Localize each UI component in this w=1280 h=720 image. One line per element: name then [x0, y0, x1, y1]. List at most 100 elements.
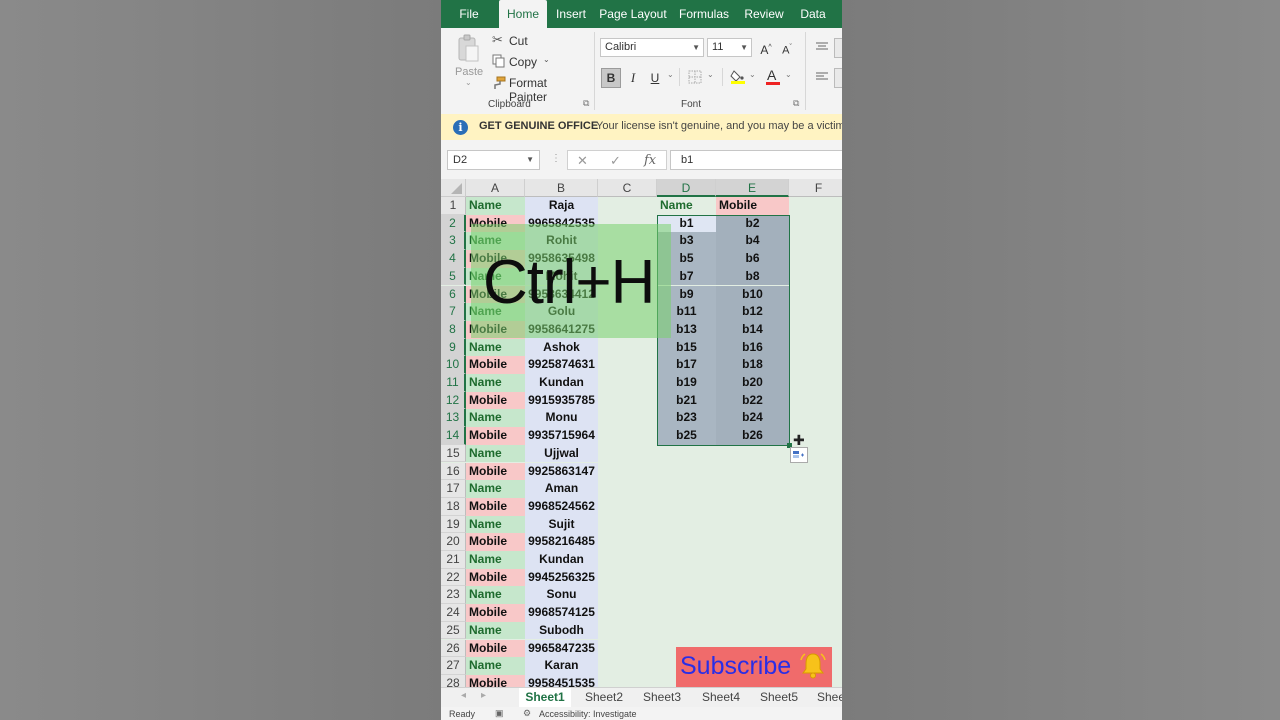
sheet-tab-sheet6[interactable]: Shee — [811, 688, 842, 707]
column-header-d[interactable]: D — [657, 179, 716, 197]
cell-e1[interactable]: Mobile — [716, 197, 789, 215]
row-header-2[interactable]: 2 — [441, 214, 466, 233]
cell-a18[interactable]: Mobile — [466, 497, 525, 516]
cancel-entry-icon[interactable]: ✕ — [577, 153, 588, 169]
column-header-a[interactable]: A — [466, 179, 525, 197]
cell-a9[interactable]: Name — [466, 338, 525, 357]
italic-button[interactable]: I — [624, 69, 642, 87]
row-header-26[interactable]: 26 — [441, 639, 466, 658]
cell-a24[interactable]: Mobile — [466, 604, 525, 622]
quick-analysis-icon[interactable] — [790, 447, 808, 463]
name-box[interactable]: D2 ▼ — [447, 150, 540, 170]
row-header-11[interactable]: 11 — [441, 374, 466, 392]
formula-input[interactable]: b1 — [670, 150, 842, 170]
cell-a25[interactable]: Name — [466, 621, 525, 640]
cell-b10[interactable]: 9925874631 — [525, 356, 598, 374]
format-painter-button[interactable]: Format Painter — [491, 75, 583, 104]
font-size-dropdown[interactable]: 11 ▼ — [707, 38, 752, 57]
cell-a21[interactable]: Name — [466, 551, 525, 569]
copy-button[interactable]: Copy ⌄ — [491, 54, 555, 70]
row-header-10[interactable]: 10 — [441, 356, 466, 374]
sheet-tab-sheet3[interactable]: Sheet3 — [636, 688, 688, 707]
underline-button[interactable]: U — [646, 69, 664, 87]
font-dialog-launcher-icon[interactable]: ⧉ — [793, 98, 799, 109]
scroll-next-sheet-icon[interactable]: ▸ — [481, 690, 486, 701]
subscribe-button[interactable]: Subscribe — [676, 647, 832, 687]
fill-color-button[interactable]: ⌄ — [729, 68, 759, 86]
row-header-16[interactable]: 16 — [441, 462, 466, 481]
align-left-button[interactable] — [815, 70, 831, 84]
cell-a26[interactable]: Mobile — [466, 639, 525, 658]
borders-button[interactable]: ⌄ — [687, 69, 717, 85]
cell-b14[interactable]: 9935715964 — [525, 427, 598, 445]
cell-a1[interactable]: Name — [466, 197, 525, 215]
cell-b21[interactable]: Kundan — [525, 551, 598, 569]
row-header-27[interactable]: 27 — [441, 657, 466, 675]
column-header-c[interactable]: C — [598, 179, 657, 197]
tab-insert[interactable]: Insert — [552, 0, 590, 28]
cell-b28[interactable]: 9958451535 — [525, 674, 598, 687]
cell-b17[interactable]: Aman — [525, 480, 598, 498]
cell-a27[interactable]: Name — [466, 657, 525, 675]
macro-record-icon[interactable]: ▣ — [495, 708, 504, 719]
shrink-font-button[interactable]: Aˇ — [778, 39, 796, 57]
cell-b23[interactable]: Sonu — [525, 586, 598, 605]
cell-a11[interactable]: Name — [466, 374, 525, 392]
row-header-14[interactable]: 14 — [441, 427, 466, 445]
paste-dropdown-icon[interactable]: ⌄ — [465, 78, 472, 87]
cell-a14[interactable]: Mobile — [466, 427, 525, 445]
underline-dropdown-icon[interactable]: ⌄ — [667, 70, 674, 79]
orientation-button[interactable] — [834, 38, 842, 58]
grow-font-button[interactable]: A^ — [757, 39, 775, 57]
row-header-25[interactable]: 25 — [441, 621, 466, 640]
cell-a13[interactable]: Name — [466, 409, 525, 428]
worksheet-grid[interactable]: A B C D E F 1 2 3 4 5 6 7 8 9 10 11 12 13 14 15 16 17 18 19 20 21 2… — [441, 179, 842, 687]
cell-a15[interactable]: Name — [466, 444, 525, 463]
cell-b11[interactable]: Kundan — [525, 374, 598, 392]
row-header-4[interactable]: 4 — [441, 250, 466, 268]
cell-a17[interactable]: Name — [466, 480, 525, 498]
cell-b12[interactable]: 9915935785 — [525, 391, 598, 410]
font-color-button[interactable]: A ⌄ — [765, 67, 795, 86]
scroll-prev-sheet-icon[interactable]: ◂ — [461, 690, 466, 701]
cell-d1[interactable]: Name — [657, 197, 716, 215]
cell-b16[interactable]: 9925863147 — [525, 462, 598, 481]
tab-review[interactable]: Review — [742, 0, 786, 28]
column-header-e[interactable]: E — [716, 179, 789, 197]
cell-b13[interactable]: Monu — [525, 409, 598, 428]
row-header-19[interactable]: 19 — [441, 515, 466, 534]
cell-b18[interactable]: 9968524562 — [525, 497, 598, 516]
enter-check-icon[interactable]: ✓ — [610, 153, 621, 169]
cell-a23[interactable]: Name — [466, 586, 525, 605]
row-header-13[interactable]: 13 — [441, 409, 466, 428]
cell-a22[interactable]: Mobile — [466, 568, 525, 587]
cut-button[interactable]: ✂ Cut — [491, 32, 541, 49]
sheet-tab-sheet2[interactable]: Sheet2 — [578, 688, 630, 707]
row-header-24[interactable]: 24 — [441, 604, 466, 622]
cell-b27[interactable]: Karan — [525, 657, 598, 675]
cell-a12[interactable]: Mobile — [466, 391, 525, 410]
row-header-6[interactable]: 6 — [441, 285, 466, 304]
tab-file[interactable]: File — [449, 0, 489, 28]
insert-function-icon[interactable]: fx — [644, 153, 656, 168]
cell-b15[interactable]: Ujjwal — [525, 444, 598, 463]
row-header-22[interactable]: 22 — [441, 568, 466, 587]
cell-b20[interactable]: 9958216485 — [525, 533, 598, 551]
row-header-7[interactable]: 7 — [441, 303, 466, 321]
row-header-23[interactable]: 23 — [441, 586, 466, 605]
row-header-8[interactable]: 8 — [441, 320, 466, 339]
cell-a10[interactable]: Mobile — [466, 356, 525, 374]
row-header-3[interactable]: 3 — [441, 232, 466, 251]
cell-a19[interactable]: Name — [466, 515, 525, 534]
tab-data[interactable]: Data — [795, 0, 831, 28]
cell-a28[interactable]: Mobile — [466, 674, 525, 687]
cell-b25[interactable]: Subodh — [525, 621, 598, 640]
status-accessibility[interactable]: Accessibility: Investigate — [539, 709, 637, 719]
column-header-b[interactable]: B — [525, 179, 598, 197]
sheet-tab-sheet1[interactable]: Sheet1 — [519, 688, 571, 709]
cell-b24[interactable]: 9968574125 — [525, 604, 598, 622]
row-header-1[interactable]: 1 — [441, 197, 466, 215]
wrap-text-button[interactable] — [834, 68, 842, 88]
cell-b19[interactable]: Sujit — [525, 515, 598, 534]
sheet-tab-sheet4[interactable]: Sheet4 — [695, 688, 747, 707]
